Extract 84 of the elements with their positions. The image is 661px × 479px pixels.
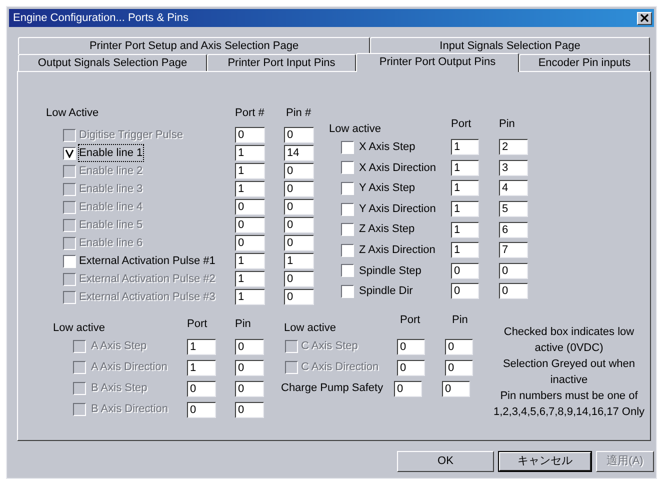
checkbox[interactable]	[341, 140, 354, 154]
checkbox[interactable]	[341, 284, 354, 298]
tab[interactable]: Output Signals Selection Page	[18, 54, 207, 71]
port-field[interactable]: 1	[451, 180, 479, 196]
checkbox[interactable]	[63, 146, 76, 160]
help-note: Selection Greyed out when inactive	[502, 357, 636, 388]
pin-field[interactable]: 1	[284, 253, 314, 269]
dialog-button[interactable]: OK	[397, 451, 494, 472]
section-heading: Low Active	[46, 106, 100, 121]
option-label: Digitise Trigger Pulse	[79, 128, 183, 143]
checkbox[interactable]	[341, 244, 354, 257]
port-field[interactable]: 1	[451, 201, 479, 218]
option-label: Enable line 4	[79, 200, 143, 215]
section-heading: Low active	[329, 122, 382, 136]
option-label: A Axis Direction	[91, 360, 168, 376]
section-heading: Low active	[284, 320, 337, 336]
port-field[interactable]: 0	[451, 283, 479, 300]
help-note: Pin numbers must be one of 1,2,3,4,5,6,7,8,9,14,16,17 Only	[492, 389, 646, 420]
port-field[interactable]: 0	[451, 262, 479, 279]
option-label: A Axis Step	[91, 339, 147, 354]
column-heading: Pin #	[286, 106, 312, 121]
option-label: Enable line 5	[79, 218, 143, 233]
pin-field[interactable]: 0	[442, 380, 470, 396]
tab[interactable]: Printer Port Input Pins	[207, 54, 356, 71]
checkbox[interactable]	[341, 264, 354, 278]
pin-field[interactable]: 14	[284, 145, 314, 161]
port-field[interactable]: 1	[235, 253, 265, 269]
tab[interactable]: Printer Port Setup and Axis Selection Page	[18, 37, 370, 54]
checkbox[interactable]	[63, 254, 76, 268]
option-label: Z Axis Direction	[359, 243, 436, 258]
option-label: Enable line 2	[79, 164, 143, 179]
port-field[interactable]: 1	[235, 145, 265, 161]
port-field[interactable]: 1	[451, 242, 479, 258]
column-heading: Port	[400, 313, 422, 328]
option-label: External Activation Pulse #2	[79, 272, 216, 287]
column-heading: Port #	[235, 106, 266, 121]
checkbox[interactable]	[341, 161, 354, 174]
checkbox[interactable]	[341, 202, 354, 216]
option-label: External Activation Pulse #1	[79, 254, 216, 269]
column-heading: Pin	[235, 317, 251, 332]
port-field[interactable]: 1	[451, 139, 479, 156]
close-button[interactable]	[637, 12, 652, 24]
column-heading: Port	[451, 117, 472, 132]
pin-field[interactable]: 4	[499, 180, 528, 196]
option-label: Enable line 3	[79, 182, 143, 197]
window-title: Engine Configuration... Ports & Pins	[13, 10, 188, 26]
check-icon	[65, 148, 74, 158]
tab[interactable]: Encoder Pin inputs	[519, 54, 650, 71]
pin-field[interactable]: 6	[499, 222, 528, 238]
option-label: X Axis Step	[359, 140, 416, 156]
section-heading: Low active	[53, 320, 106, 336]
pin-field[interactable]: 3	[499, 160, 528, 176]
option-label: C Axis Direction	[301, 360, 379, 376]
option-label: B Axis Direction	[91, 402, 168, 418]
option-label: Y Axis Direction	[359, 202, 436, 217]
option-label: Charge Pump Safety	[281, 381, 384, 396]
option-label: External Activation Pulse #3	[79, 290, 216, 305]
column-heading: Pin	[499, 117, 515, 132]
option-label: C Axis Step	[301, 339, 358, 354]
pin-field[interactable]: 5	[499, 201, 528, 218]
option-label: B Axis Step	[91, 381, 148, 396]
dialog-button[interactable]: キャンセル	[498, 451, 592, 472]
column-heading: Pin	[452, 313, 468, 328]
checkbox[interactable]	[341, 223, 354, 236]
tab[interactable]: Printer Port Output Pins	[356, 53, 519, 72]
help-note: Checked box indicates low active (0VDC)	[502, 325, 636, 356]
port-field[interactable]: 0	[394, 380, 422, 396]
option-label: X Axis Direction	[359, 160, 436, 176]
tab[interactable]: Input Signals Selection Page	[370, 37, 650, 54]
pin-field[interactable]: 7	[499, 242, 528, 258]
option-label: Y Axis Step	[359, 181, 416, 196]
option-label: Enable line 1	[79, 144, 143, 162]
port-field[interactable]: 1	[451, 160, 479, 176]
port-field[interactable]: 1	[451, 222, 479, 238]
pin-field[interactable]: 0	[499, 283, 528, 300]
pin-field[interactable]: 2	[499, 139, 528, 156]
pin-field[interactable]: 0	[499, 262, 528, 279]
column-heading: Port	[187, 317, 208, 332]
close-icon	[640, 14, 649, 22]
checkbox[interactable]	[341, 182, 354, 195]
option-label: Spindle Step	[359, 264, 422, 279]
option-label: Enable line 6	[79, 236, 143, 251]
option-label: Z Axis Step	[359, 222, 415, 238]
option-label: Spindle Dir	[359, 284, 413, 300]
